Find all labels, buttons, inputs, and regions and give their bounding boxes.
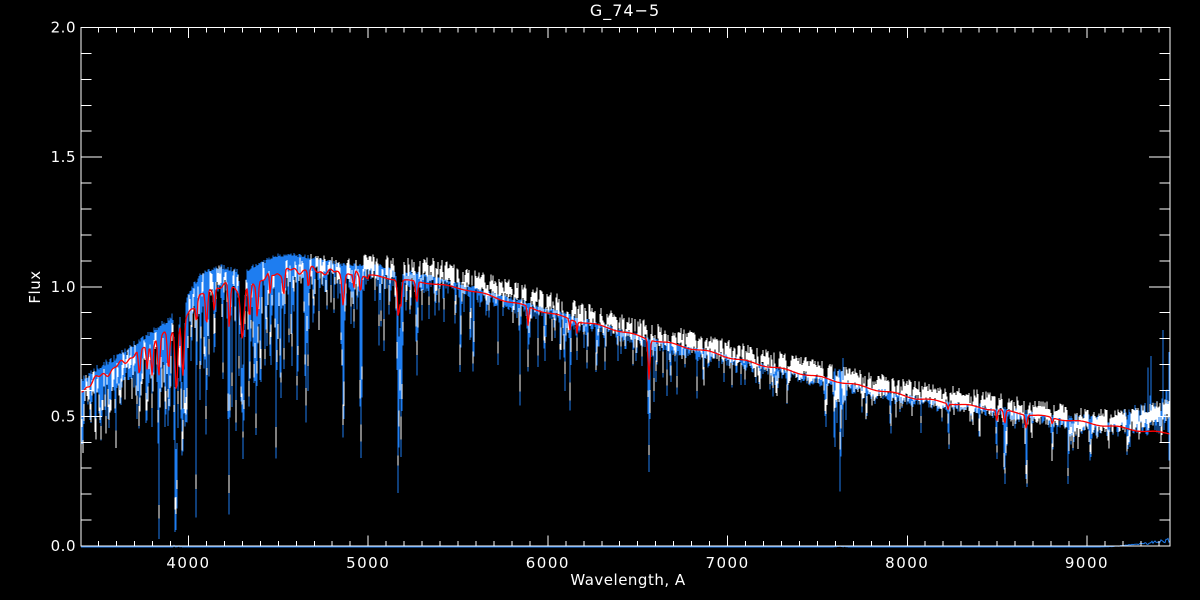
x-tick-label: 5000 — [346, 554, 390, 572]
plot-title: G_74−5 — [590, 1, 660, 21]
y-tick-label: 2.0 — [51, 19, 76, 37]
x-tick-label: 9000 — [1065, 554, 1109, 572]
x-axis-label: Wavelength, A — [570, 571, 686, 589]
x-tick-label: 6000 — [526, 554, 570, 572]
y-tick-label: 1.0 — [51, 278, 76, 296]
x-tick-label: 4000 — [166, 554, 210, 572]
x-tick-label: 7000 — [705, 554, 749, 572]
y-tick-label: 0.5 — [51, 407, 76, 425]
y-tick-label: 0.0 — [51, 537, 76, 555]
y-axis-label: Flux — [26, 270, 44, 303]
x-tick-label: 8000 — [885, 554, 929, 572]
spectrum-plot: 4000 5000 6000 7000 8000 90000.00.51.01.52.0 … — [0, 0, 1200, 600]
x11-plot-window: 4000 5000 6000 7000 8000 9000 0.0 0.5 1.0 1.5 2.0 … — [0, 0, 1200, 600]
y-tick-label: 1.5 — [51, 148, 76, 166]
plot-background — [0, 0, 1200, 600]
